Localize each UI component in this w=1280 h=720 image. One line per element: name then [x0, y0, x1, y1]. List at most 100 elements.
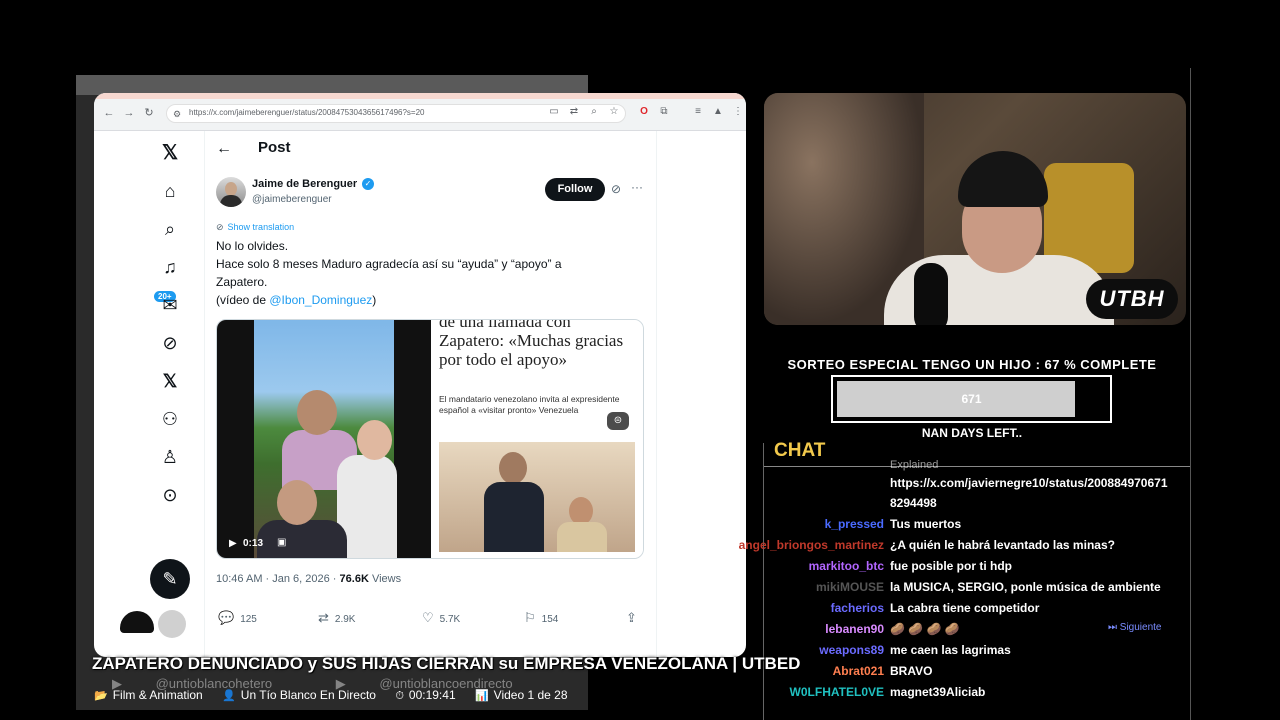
chart-icon: 📊 [474, 690, 489, 702]
progress-value: 671 [961, 392, 982, 406]
cast-icon[interactable]: ▭ [548, 106, 560, 118]
chat-title: CHAT [774, 440, 826, 461]
chat-message-text: 🥔 🥔 🥔 🥔 [890, 622, 960, 636]
mention-link[interactable]: @Ibon_Dominguez [269, 293, 372, 307]
compose-post-button[interactable]: ✎ [150, 559, 190, 599]
category-meta: 📂 Film & Animation [94, 688, 203, 702]
url-text: https://x.com/jaimeberenguer/status/2008… [189, 108, 425, 117]
bookmark-icon: ⚐ [524, 610, 536, 625]
chat-message-text: la MUSICA, SERGIO, ponle música de ambie… [890, 580, 1161, 594]
author-avatar[interactable] [216, 177, 246, 207]
chat-username[interactable]: k_pressed [825, 517, 884, 531]
video-time: 0:13 [243, 538, 264, 549]
reply-button[interactable]: 💬 125 [218, 610, 257, 626]
chat-message-text: me caen las lagrimas [890, 643, 1011, 657]
author-handle[interactable]: @jaimeberenguer [252, 194, 332, 205]
article-image[interactable]: de una llamada con Zapatero: «Muchas gra… [431, 319, 643, 558]
chat-username[interactable]: facherios [831, 601, 884, 615]
more-options-icon[interactable]: ··· [631, 180, 643, 194]
show-translation-link[interactable]: ⊘ Show translation [216, 222, 294, 233]
author-name[interactable]: Jaime de Berenguer [252, 178, 357, 190]
reading-list-icon[interactable]: ≡ [692, 106, 704, 118]
repost-button[interactable]: ⇄ 2.9K [318, 610, 355, 626]
follow-button[interactable]: Follow [545, 178, 605, 201]
communities-icon[interactable]: ⚇ [158, 407, 182, 431]
video-title: ZAPATERO DENUNCIADO y SUS HIJAS CIERRAN … [92, 654, 801, 673]
bookmark-button[interactable]: ⚐ 154 [524, 610, 558, 626]
views-label: Views [368, 573, 402, 585]
bookmark-star-icon[interactable]: ☆ [608, 106, 620, 118]
premium-x-icon[interactable]: 𝕏 [158, 369, 182, 393]
chat-username[interactable]: mikiMOUSE [816, 580, 884, 594]
verified-badge-icon: ✓ [362, 178, 374, 190]
translate-icon[interactable]: ⇄ [568, 106, 580, 118]
paren-suffix: ) [372, 293, 377, 307]
chat-border [1190, 68, 1191, 720]
site-info-icon[interactable]: ⚙ [173, 109, 183, 119]
playlist-meta: 📊 Video 1 de 28 [475, 688, 568, 702]
more-icon[interactable]: ⊙ [158, 483, 182, 507]
video-player[interactable]: ▶ 0:13 ▣ [217, 320, 431, 558]
giveaway-title: SORTEO ESPECIAL TENGO UN HIJO : 67 % COM… [787, 357, 1157, 372]
browser-window: ← → ↻ ⚙ https://x.com/jaimeberenguer/sta… [94, 93, 746, 657]
x-sidebar: 𝕏 ⌂ ⌕ ♫ 20+ ✉ ⊘ 𝕏 ⚇ ♙ ⊙ ✎ [94, 131, 204, 657]
reply-icon: 💬 [218, 610, 235, 625]
tweet-line: Hace solo 8 meses Maduro agradecía así s… [216, 257, 562, 271]
chat-username[interactable]: markitoo_btc [809, 559, 884, 573]
channel-badge: UTBH [1086, 279, 1178, 319]
channel-text: Un Tío Blanco En Directo [240, 688, 376, 702]
repost-icon: ⇄ [318, 610, 329, 625]
back-arrow-icon[interactable]: ← [216, 140, 232, 158]
profile-icon[interactable]: ♙ [158, 445, 182, 469]
opera-icon[interactable]: O [638, 106, 650, 118]
views-count: 76.6K [339, 573, 369, 585]
video-meta-row: 📂 Film & Animation 👤 Un Tío Blanco En Dire… [94, 688, 584, 703]
captions-icon[interactable]: ▣ [277, 537, 286, 548]
extensions-icon[interactable]: ⧉ [658, 106, 670, 118]
article-headline: de una llamada con Zapatero: «Muchas gra… [439, 319, 624, 369]
chat-message-text: BRAVO [890, 664, 933, 678]
zoom-icon[interactable]: ⌕ [588, 106, 600, 118]
folder-icon: 📂 [94, 690, 108, 702]
chat-message-text: Tus muertos [890, 517, 962, 531]
chat-username[interactable]: Abrat021 [833, 664, 884, 678]
chat-username[interactable]: weapons89 [819, 643, 884, 657]
chat-message-text: ¿A quién le habrá levantado las minas? [890, 538, 1115, 552]
reload-icon[interactable]: ↻ [142, 106, 156, 120]
chat-username[interactable]: angel_briongos_martinez [739, 538, 884, 552]
grok-icon[interactable]: ⊘ [158, 331, 182, 355]
grok-explain-icon[interactable]: ⊘ [611, 182, 621, 196]
profile-icon[interactable]: ▲ [712, 106, 724, 118]
browser-toolbar: ← → ↻ ⚙ https://x.com/jaimeberenguer/sta… [94, 93, 746, 131]
like-button[interactable]: ♡ 5.7K [422, 610, 460, 626]
like-count: 5.7K [439, 614, 461, 625]
notifications-icon[interactable]: ♫ [158, 255, 182, 279]
chat-cut-line: Explained [890, 459, 939, 471]
share-button[interactable]: ⇪ [626, 610, 643, 626]
chat-username[interactable]: lebanen90 [825, 622, 884, 636]
chat-link-line[interactable]: https://x.com/javiernegre10/status/20088… [890, 476, 1168, 490]
back-arrow-icon[interactable]: ← [102, 106, 116, 120]
person-icon: 👤 [222, 690, 236, 702]
chat-username[interactable]: W0LFHATEL0VE [790, 685, 884, 699]
timer-icon: ⏱ [395, 690, 404, 702]
heart-icon: ♡ [422, 610, 434, 625]
menu-dots-icon[interactable]: ⋮ [732, 106, 744, 118]
chat-divider [764, 466, 1190, 467]
chat-link-line[interactable]: 8294498 [890, 496, 937, 510]
webcam-feed: UTBH [764, 93, 1186, 325]
forward-arrow-icon[interactable]: → [122, 106, 136, 120]
x-logo-icon[interactable]: 𝕏 [158, 141, 182, 165]
home-icon[interactable]: ⌂ [158, 179, 182, 203]
media-info-icon[interactable]: ⊜ [607, 412, 629, 430]
show-translation-label: Show translation [227, 222, 295, 232]
tweet-line: Zapatero. [216, 275, 268, 289]
search-icon[interactable]: ⌕ [158, 217, 182, 241]
category-text: Film & Animation [112, 688, 203, 702]
translate-icon: ⊘ [216, 222, 224, 232]
column-divider [656, 131, 657, 657]
next-video-label[interactable]: ⏭ Siguiente [1108, 622, 1161, 633]
play-icon[interactable]: ▶ [229, 538, 237, 549]
tweet-media[interactable]: ▶ 0:13 ▣ de una llamada con Zapatero: «M… [216, 319, 644, 559]
messages-icon[interactable]: ✉ [158, 293, 182, 317]
